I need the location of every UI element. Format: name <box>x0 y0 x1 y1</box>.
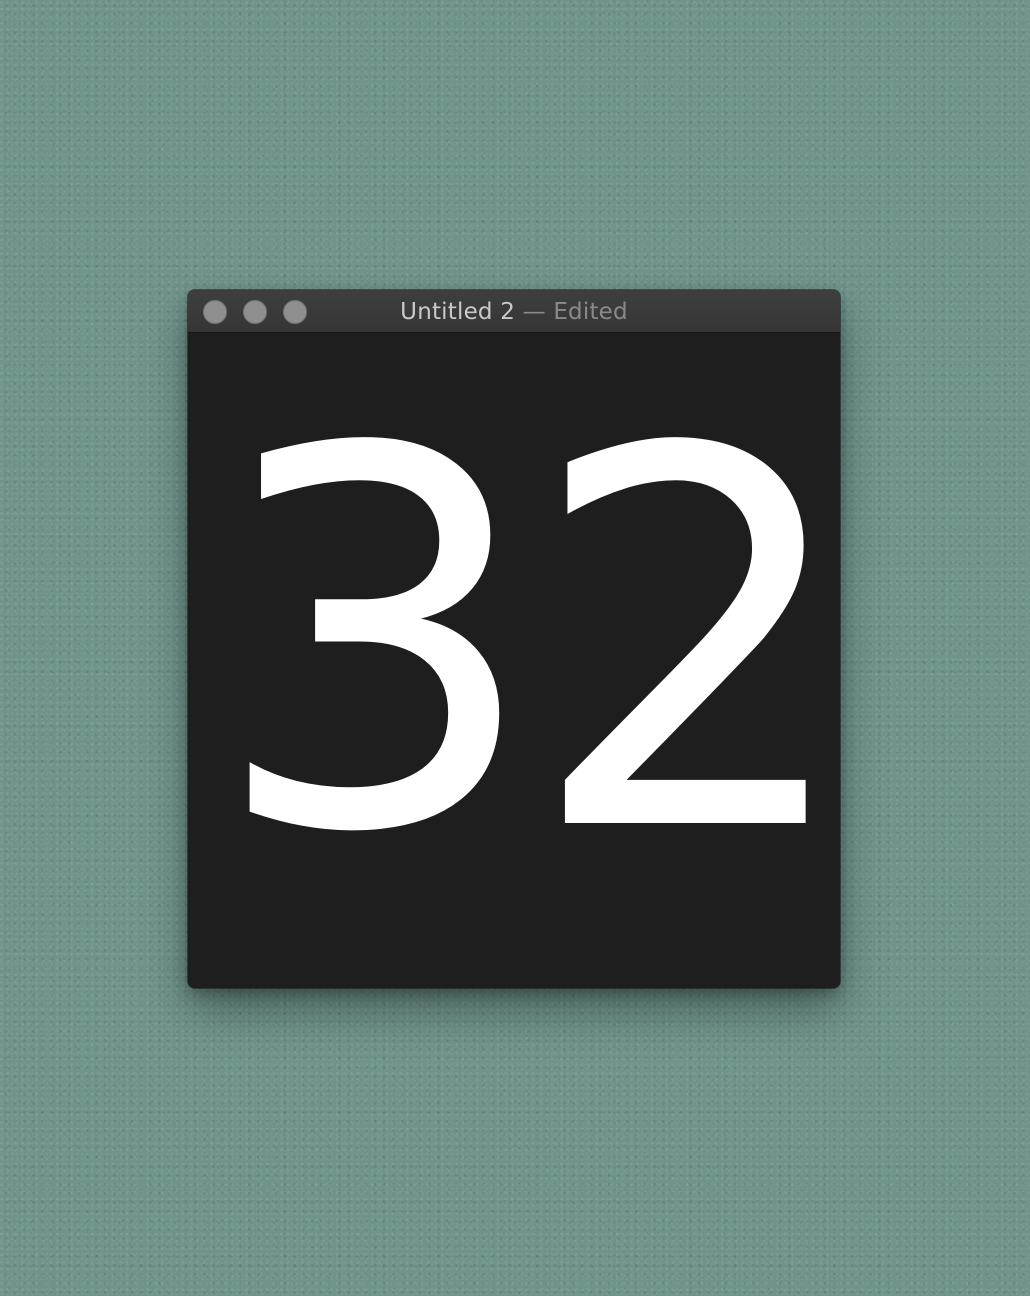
window-titlebar[interactable]: Untitled 2 — Edited <box>188 290 840 333</box>
document-name: Untitled 2 <box>400 299 516 325</box>
title-separator: — <box>515 299 554 325</box>
document-window[interactable]: Untitled 2 — Edited 32 <box>188 290 840 988</box>
document-content-area[interactable]: 32 <box>188 333 840 988</box>
desktop-background: Untitled 2 — Edited 32 <box>0 0 1030 1296</box>
large-number-text: 32 <box>210 340 840 946</box>
edited-status: Edited <box>553 299 628 325</box>
window-title: Untitled 2 — Edited <box>188 290 840 333</box>
